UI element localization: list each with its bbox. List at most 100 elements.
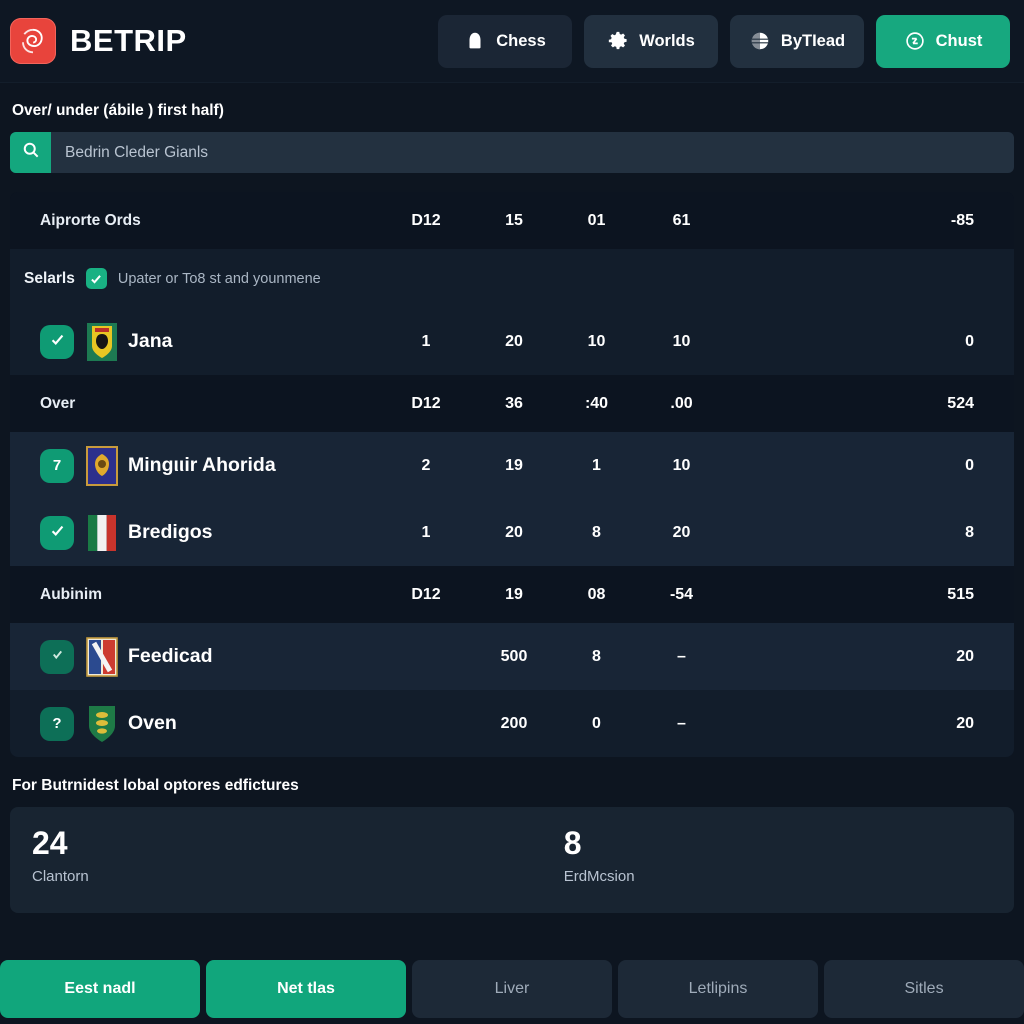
table-group-header[interactable]: Aiprorte Ords D12 15 01 61 -85 bbox=[10, 192, 1014, 249]
row-cell: 20 bbox=[505, 523, 523, 541]
group-cell: D12 bbox=[411, 394, 441, 412]
row-name: Oven bbox=[128, 712, 177, 734]
table-row[interactable]: Feedicad 500 8 – 20 bbox=[10, 623, 1014, 690]
row-cell: 1 bbox=[421, 332, 431, 350]
row-cell: 1 bbox=[421, 523, 431, 541]
bottom-button-liver[interactable]: Liver bbox=[412, 960, 612, 1018]
selection-note: Upater or To8 st and younmene bbox=[117, 270, 321, 287]
app-header: BETRIP Chess Worlds ByTIead Chust bbox=[0, 0, 1024, 83]
shield-icon bbox=[464, 30, 486, 52]
page-title: Over/ under (ábile ) first half) bbox=[12, 102, 224, 119]
group-cell: 524 bbox=[947, 394, 974, 412]
row-status-badge[interactable] bbox=[40, 639, 74, 674]
bottom-action-bar: Eest nadl Net tlas Liver Letlipins Sitle… bbox=[0, 960, 1024, 1024]
table-row[interactable]: Bredigos 1 20 8 20 8 bbox=[10, 499, 1014, 566]
stat-item: 24 Clantorn bbox=[10, 825, 89, 885]
row-cell: 20 bbox=[672, 523, 691, 541]
globe-icon bbox=[749, 30, 771, 52]
search-icon bbox=[21, 140, 41, 165]
group-cell: 515 bbox=[947, 585, 974, 603]
stat-number: 8 bbox=[563, 825, 582, 861]
search-input[interactable] bbox=[51, 132, 1014, 173]
header-tabs: Chess Worlds ByTIead Chust bbox=[438, 14, 1010, 68]
row-cell: 20 bbox=[956, 647, 974, 665]
table-row[interactable]: ? Oven 200 0 – 20 bbox=[10, 690, 1014, 757]
row-name: Jana bbox=[128, 330, 173, 352]
row-cell: 8 bbox=[592, 523, 601, 541]
group-cell: .00 bbox=[670, 394, 693, 412]
check-icon bbox=[50, 647, 65, 666]
row-cell: 8 bbox=[965, 523, 974, 541]
page-title-brand: BETRIP bbox=[70, 23, 187, 58]
table-group-header[interactable]: Aubinim D12 19 08 -54 515 bbox=[10, 566, 1014, 623]
group-cell: 36 bbox=[505, 394, 523, 412]
search-button[interactable] bbox=[10, 132, 51, 173]
flag-italy-icon bbox=[84, 512, 119, 553]
group-cell: D12 bbox=[411, 585, 441, 603]
tab-chess-label: Chess bbox=[496, 31, 546, 50]
section-label: For Butrnidest lobal optores edfictures bbox=[12, 777, 299, 794]
crest-blue-gold-icon bbox=[84, 445, 119, 486]
row-status-badge[interactable] bbox=[40, 324, 74, 359]
table-row[interactable]: Jana 1 20 10 10 0 bbox=[10, 308, 1014, 375]
group-cell: 61 bbox=[672, 211, 691, 229]
tab-bytiead-label: ByTIead bbox=[780, 31, 846, 50]
row-status-badge[interactable]: ? bbox=[40, 706, 74, 741]
crest-green-shield-icon bbox=[84, 703, 119, 744]
group-cell: :40 bbox=[584, 394, 609, 412]
row-cell: 200 bbox=[500, 714, 528, 732]
row-status-badge[interactable] bbox=[40, 515, 74, 550]
stats-panel: 24 Clantorn 8 ErdMcsion bbox=[10, 807, 1014, 913]
group-cell: -54 bbox=[669, 585, 694, 603]
row-cell: 10 bbox=[587, 332, 606, 350]
row-cell: 500 bbox=[500, 647, 528, 665]
bottom-button-sitles[interactable]: Sitles bbox=[824, 960, 1024, 1018]
bottom-button-net-tlas[interactable]: Net tlas bbox=[206, 960, 406, 1018]
tab-chess[interactable]: Chess bbox=[438, 14, 572, 68]
tab-chust-label: Chust bbox=[935, 31, 983, 50]
row-cell: 10 bbox=[672, 332, 691, 350]
stat-caption: Clantorn bbox=[32, 867, 89, 885]
selection-label: Selarls bbox=[24, 269, 75, 287]
row-cell: 2 bbox=[421, 456, 431, 474]
group-cell: 15 bbox=[505, 211, 523, 229]
row-cell: 0 bbox=[592, 714, 601, 732]
row-cell: – bbox=[677, 647, 686, 665]
group-cell: -85 bbox=[950, 211, 974, 229]
bottom-button-letlipins[interactable]: Letlipins bbox=[618, 960, 818, 1018]
search-bar bbox=[10, 132, 1014, 173]
table-row[interactable]: 7 Mingιιir Ahorida 2 19 1 10 0 bbox=[10, 432, 1014, 499]
group-cell: 01 bbox=[587, 211, 606, 229]
row-name: Bredigos bbox=[128, 521, 213, 543]
gear-icon bbox=[607, 30, 629, 52]
bottom-button-eest-nadl[interactable]: Eest nadl bbox=[0, 960, 200, 1018]
rose-spiral-logo-icon bbox=[10, 18, 56, 64]
selection-bar: Selarls Upater or To8 st and younmene bbox=[10, 249, 1014, 308]
stat-number: 24 bbox=[32, 825, 68, 861]
check-icon bbox=[49, 331, 66, 352]
table-group-header[interactable]: Over D12 36 :40 .00 524 bbox=[10, 375, 1014, 432]
row-cell: 1 bbox=[592, 456, 601, 474]
group-label: Over bbox=[40, 394, 76, 412]
tab-chust[interactable]: Chust bbox=[876, 14, 1010, 68]
stat-caption: ErdMcsion bbox=[563, 867, 635, 885]
app-root: BETRIP Chess Worlds ByTIead Chust Over/ … bbox=[0, 0, 1024, 1024]
row-cell: 0 bbox=[965, 456, 974, 474]
tab-worlds-label: Worlds bbox=[639, 31, 695, 50]
odds-table: Aiprorte Ords D12 15 01 61 -85 Selarls U… bbox=[10, 192, 1014, 757]
group-label: Aiprorte Ords bbox=[40, 211, 141, 229]
tab-worlds[interactable]: Worlds bbox=[584, 14, 718, 68]
row-status-badge[interactable]: 7 bbox=[40, 448, 74, 483]
group-label: Aubinim bbox=[40, 585, 102, 603]
row-cell: 19 bbox=[505, 456, 523, 474]
check-icon[interactable] bbox=[85, 268, 107, 289]
group-cell: 08 bbox=[587, 585, 606, 603]
row-cell: 8 bbox=[592, 647, 601, 665]
tab-bytiead[interactable]: ByTIead bbox=[730, 14, 864, 68]
crest-green-yellow-icon bbox=[84, 321, 119, 362]
group-cell: D12 bbox=[411, 211, 441, 229]
refresh-circle-icon bbox=[904, 30, 926, 52]
row-cell: – bbox=[677, 714, 686, 732]
group-cell: 19 bbox=[505, 585, 523, 603]
row-cell: 20 bbox=[956, 714, 974, 732]
